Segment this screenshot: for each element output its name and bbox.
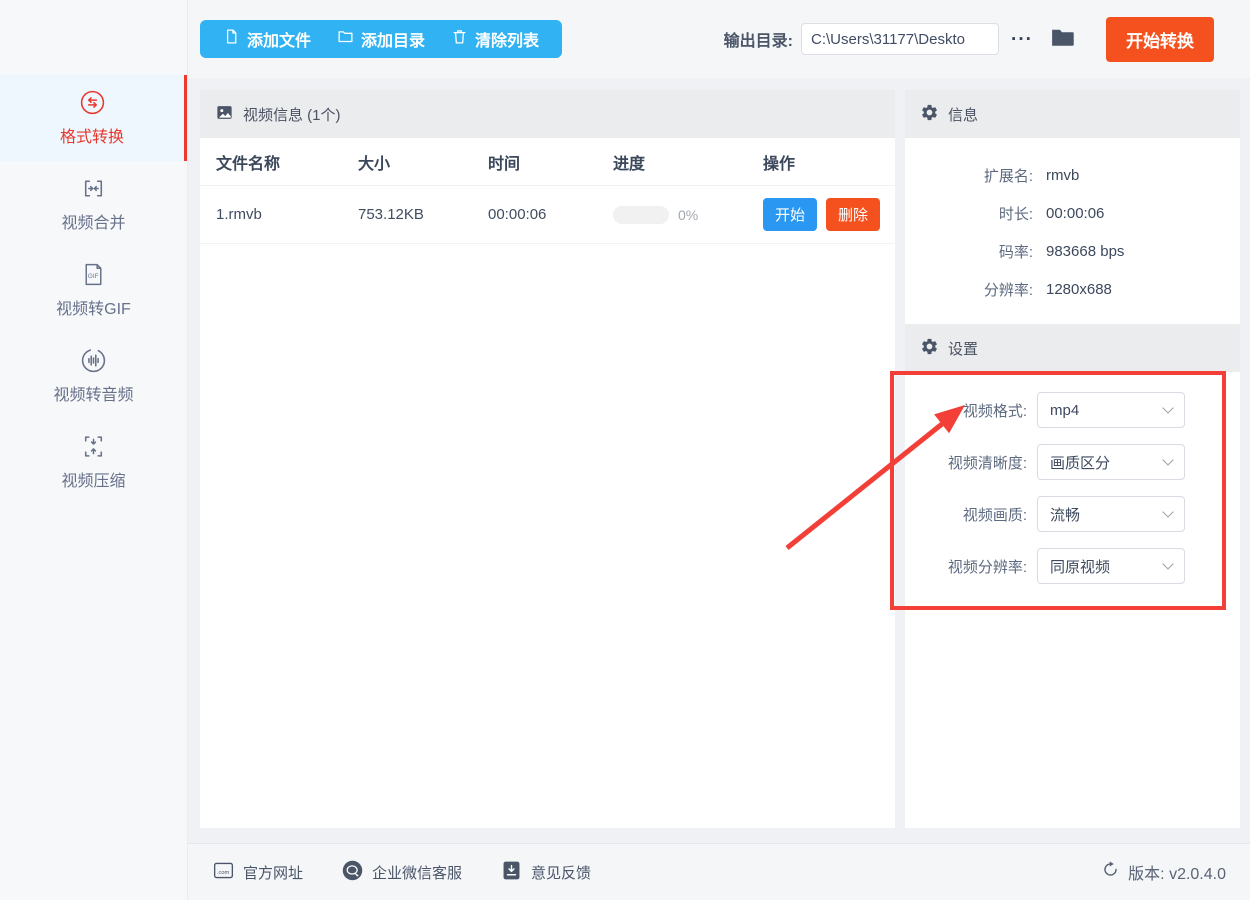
progress-percent: 0%: [678, 206, 699, 223]
clear-list-button[interactable]: 清除列表: [438, 27, 552, 51]
sidebar: 格式转换 视频合并 GIF 视频转GIF 视频转音频 视频压缩: [0, 0, 188, 900]
info-title: 信息: [948, 106, 979, 124]
version-info: 版本: v2.0.4.0: [1101, 860, 1226, 884]
info-field-resolution: 分辨率: 1280x688: [983, 280, 1112, 299]
sidebar-item-label: 视频压缩: [61, 473, 126, 490]
video-format-select[interactable]: mp4: [1037, 392, 1185, 428]
refresh-icon: [1101, 860, 1120, 884]
add-file-icon: [223, 28, 240, 50]
column-file-name: 文件名称: [216, 155, 281, 173]
version-text: 版本: v2.0.4.0: [1128, 866, 1226, 883]
sidebar-item-video-to-gif[interactable]: GIF 视频转GIF: [0, 247, 187, 333]
sidebar-item-video-compress[interactable]: 视频压缩: [0, 419, 187, 505]
settings-title: 设置: [948, 340, 979, 358]
cell-size: 753.12KB: [358, 206, 424, 223]
setting-video-quality: 视频画质: 流畅: [905, 496, 1240, 532]
output-directory-label: 输出目录:: [723, 33, 794, 50]
setting-video-clarity: 视频清晰度: 画质区分: [905, 444, 1240, 480]
setting-video-format: 视频格式: mp4: [905, 392, 1240, 428]
gear-icon: [920, 337, 939, 360]
svg-text:GIF: GIF: [88, 273, 99, 280]
app-window: 格式转换 视频合并 GIF 视频转GIF 视频转音频 视频压缩 添加文件 添加目…: [0, 0, 1250, 900]
format-convert-icon: [79, 89, 106, 116]
settings-fields: 视频格式: mp4 视频清晰度: 画质区分 视频画质: 流畅 视频分辨率: 同原…: [905, 372, 1240, 584]
video-quality-select[interactable]: 流畅: [1037, 496, 1185, 532]
gear-icon: [920, 103, 939, 126]
column-size: 大小: [358, 155, 391, 173]
sidebar-item-label: 视频合并: [61, 215, 126, 232]
add-folder-icon: [337, 28, 354, 50]
video-info-panel: 视频信息 (1个) 文件名称 大小 时间 进度 操作 1.rmvb 753.12…: [200, 90, 895, 828]
sidebar-item-video-merge[interactable]: 视频合并: [0, 161, 187, 247]
sidebar-item-label: 视频转音频: [53, 387, 134, 404]
info-header: 信息: [905, 90, 1240, 138]
video-info-header: 视频信息 (1个): [200, 90, 895, 138]
image-icon: [215, 103, 234, 126]
video-info-title: 视频信息 (1个): [243, 106, 341, 124]
feedback-icon: [500, 859, 523, 886]
info-field-extension: 扩展名: rmvb: [983, 166, 1080, 185]
chevron-down-icon: [1162, 402, 1174, 414]
start-convert-button[interactable]: 开始转换: [1106, 16, 1214, 62]
open-folder-button[interactable]: [1049, 24, 1076, 54]
sidebar-item-label: 视频转GIF: [56, 301, 131, 318]
column-actions: 操作: [763, 155, 796, 173]
folder-icon: [1049, 24, 1076, 54]
chevron-down-icon: [1162, 558, 1174, 570]
cell-file-name: 1.rmvb: [216, 206, 262, 223]
video-compress-icon: [80, 433, 107, 460]
chevron-down-icon: [1162, 454, 1174, 466]
settings-header: 设置: [905, 324, 1240, 372]
progress-bar: [613, 205, 669, 224]
column-progress: 进度: [613, 155, 646, 173]
cell-time: 00:00:06: [488, 206, 547, 223]
row-start-button[interactable]: 开始: [763, 198, 818, 231]
cell-actions: 开始 删除: [763, 198, 895, 231]
add-file-button[interactable]: 添加文件: [210, 27, 324, 51]
website-com-icon: .com: [212, 859, 235, 886]
video-to-audio-icon: [80, 347, 107, 374]
sidebar-item-video-to-audio[interactable]: 视频转音频: [0, 333, 187, 419]
toolbar: 添加文件 添加目录 清除列表 输出目录: ···: [188, 0, 1250, 78]
wechat-icon: [341, 859, 364, 886]
cell-progress: 0%: [613, 205, 763, 224]
browse-more-button[interactable]: ···: [1011, 30, 1033, 49]
file-actions-group: 添加文件 添加目录 清除列表: [200, 20, 563, 58]
video-merge-icon: [80, 175, 107, 202]
side-panel: 信息 扩展名: rmvb 时长: 00:00:06 码率: 983668 bps: [905, 90, 1240, 828]
setting-video-resolution: 视频分辨率: 同原视频: [905, 548, 1240, 584]
sidebar-item-label: 格式转换: [59, 129, 124, 146]
sidebar-item-format-convert[interactable]: 格式转换: [0, 75, 187, 161]
add-directory-button[interactable]: 添加目录: [324, 27, 438, 51]
footer: .com 官方网址 企业微信客服 意见反馈 版本: v2.0.4.0: [188, 843, 1250, 900]
svg-text:.com: .com: [217, 869, 230, 875]
info-field-duration: 时长: 00:00:06: [998, 204, 1105, 223]
table-row: 1.rmvb 753.12KB 00:00:06 0% 开始 删除: [200, 186, 895, 244]
trash-icon: [451, 28, 468, 50]
video-resolution-select[interactable]: 同原视频: [1037, 548, 1185, 584]
wechat-support-link[interactable]: 企业微信客服: [341, 859, 462, 886]
column-time: 时间: [488, 155, 521, 173]
info-fields: 扩展名: rmvb 时长: 00:00:06 码率: 983668 bps 分辨…: [905, 138, 1240, 324]
feedback-link[interactable]: 意见反馈: [500, 859, 591, 886]
video-clarity-select[interactable]: 画质区分: [1037, 444, 1185, 480]
row-delete-button[interactable]: 删除: [826, 198, 881, 231]
output-directory-input[interactable]: [801, 23, 1000, 55]
info-field-bitrate: 码率: 983668 bps: [998, 242, 1125, 261]
official-website-link[interactable]: .com 官方网址: [212, 859, 303, 886]
chevron-down-icon: [1162, 506, 1174, 518]
video-to-gif-icon: GIF: [80, 261, 107, 288]
file-table-header: 文件名称 大小 时间 进度 操作: [200, 138, 895, 186]
